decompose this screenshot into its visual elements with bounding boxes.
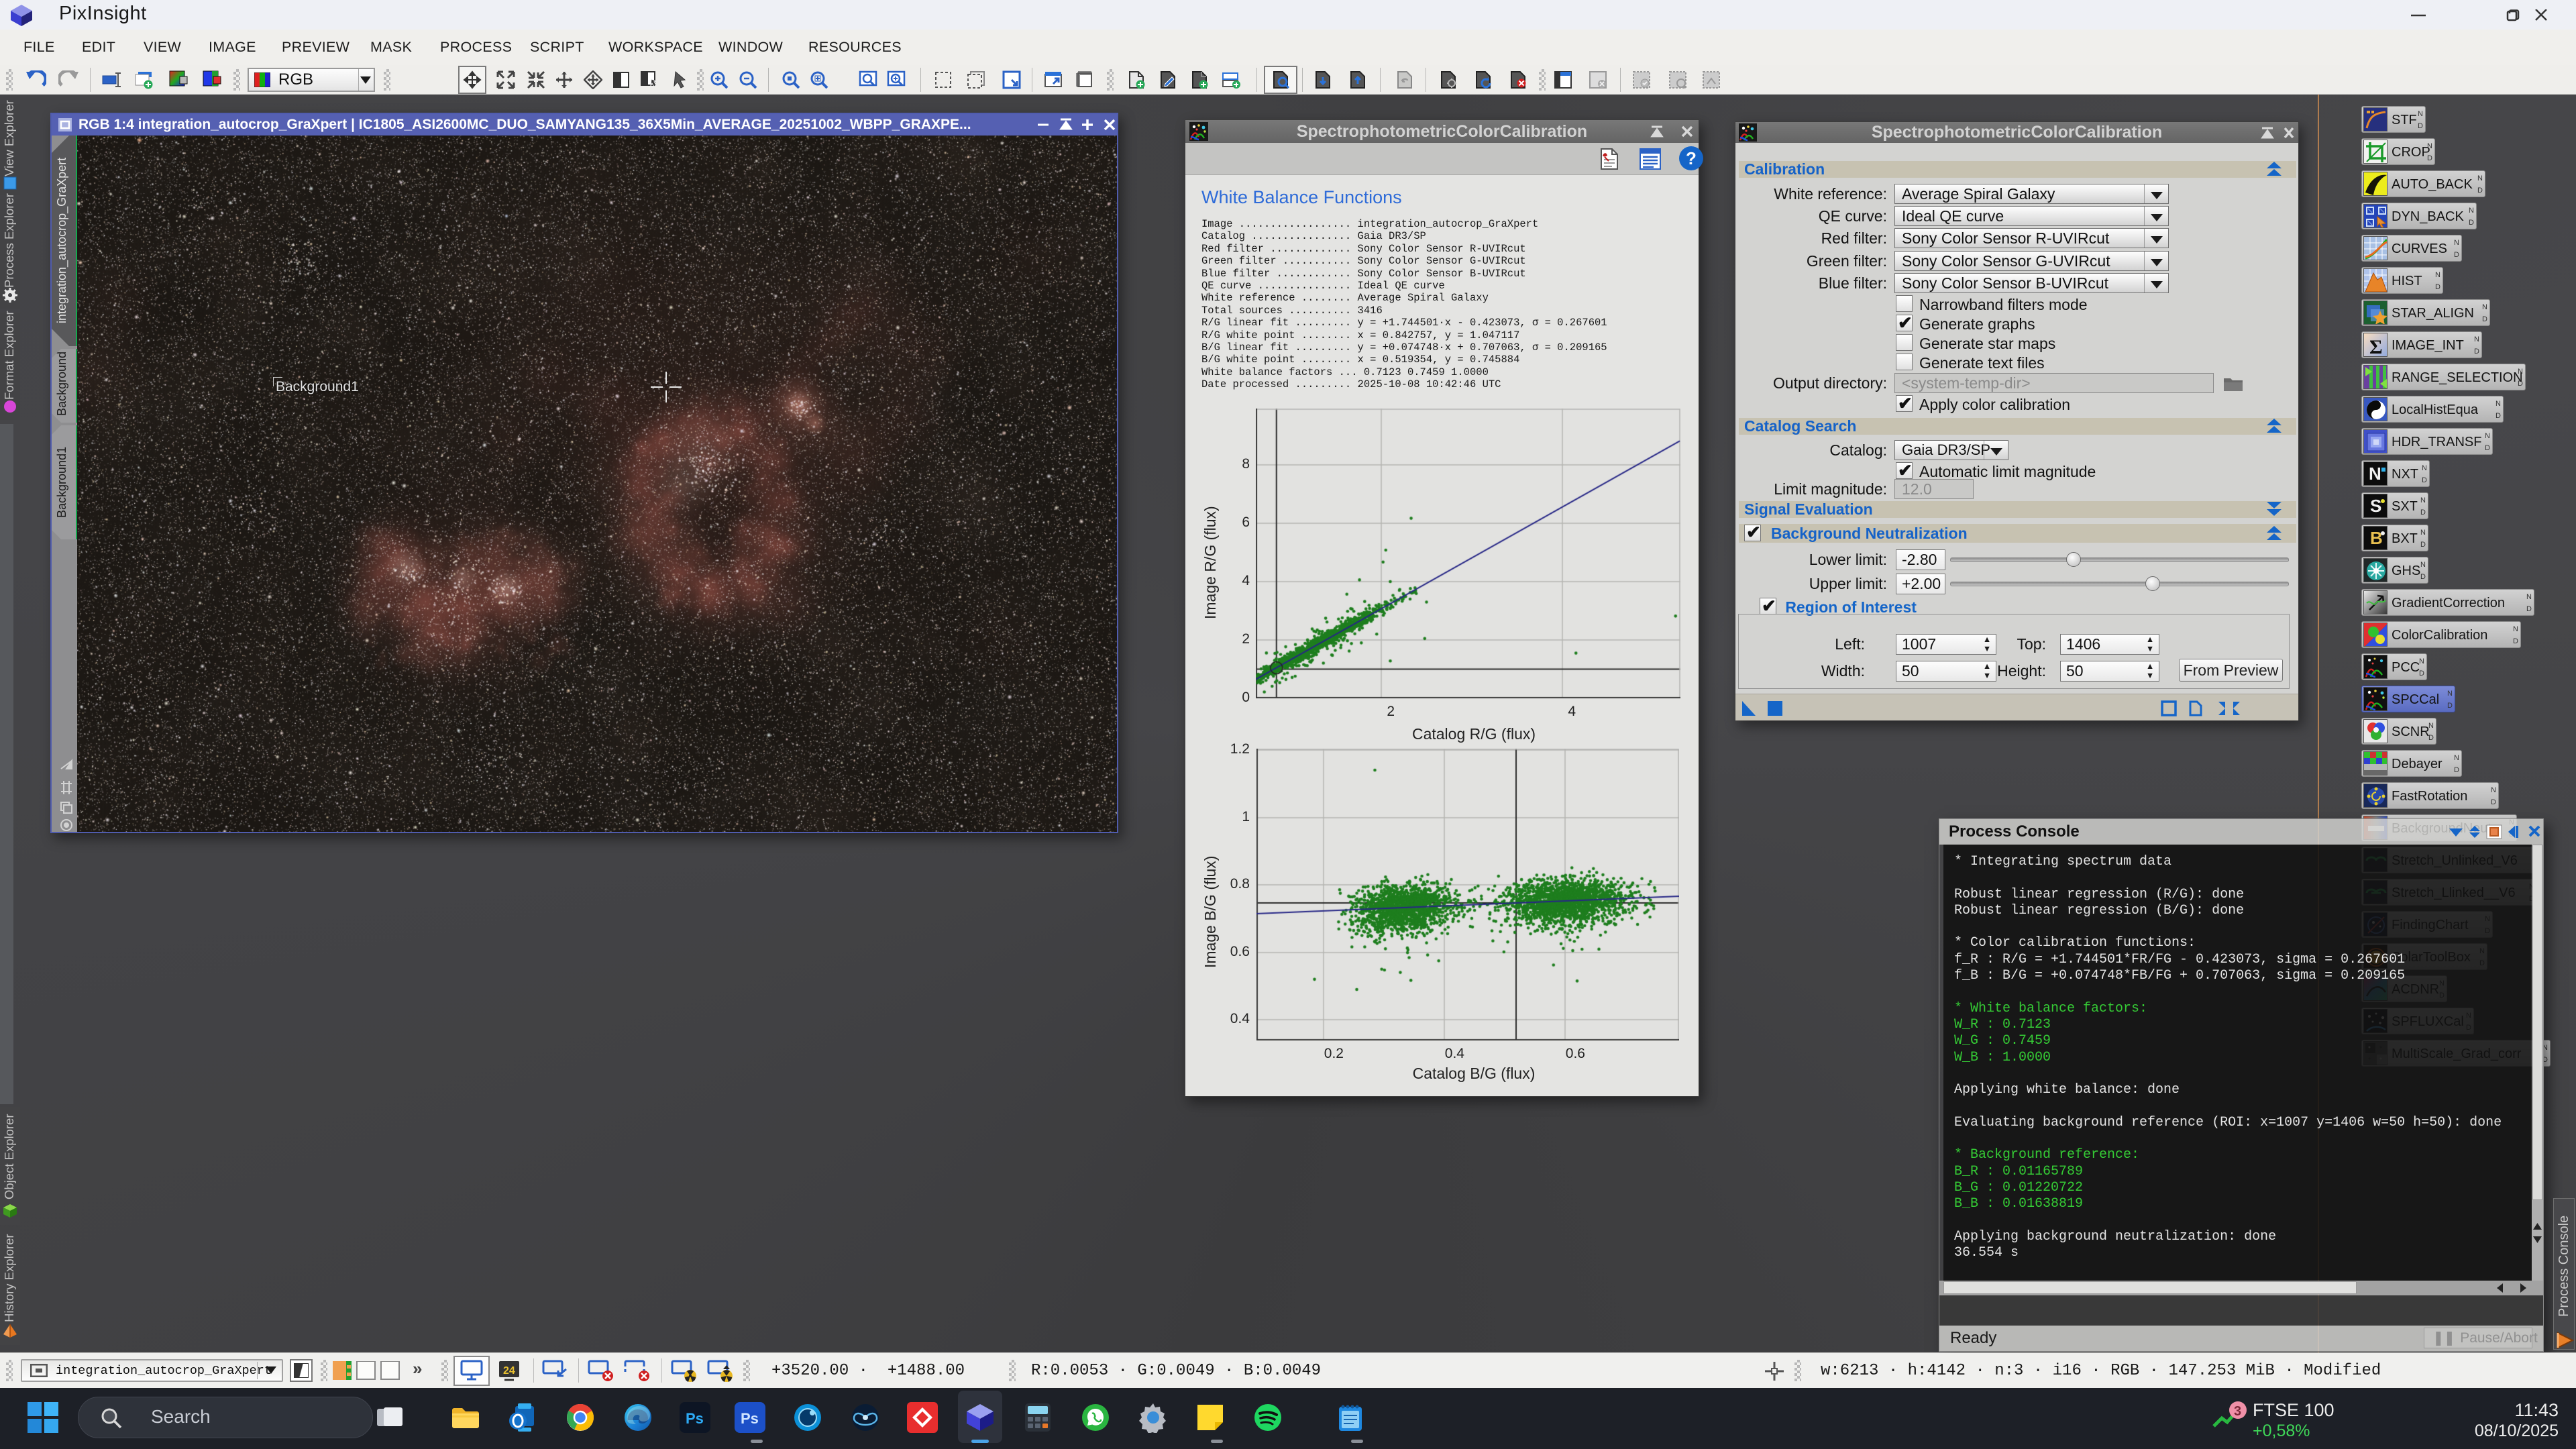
svg-text:S: S [2370, 496, 2381, 516]
svg-text:Σ: Σ [2369, 336, 2383, 357]
svg-text:Ps: Ps [741, 1410, 759, 1427]
svg-text:3: 3 [2234, 1404, 2241, 1419]
svg-text:24: 24 [503, 1365, 515, 1377]
svg-text:Ps: Ps [686, 1410, 704, 1427]
svg-text:N: N [2369, 464, 2381, 484]
svg-text:B: B [2370, 528, 2383, 548]
